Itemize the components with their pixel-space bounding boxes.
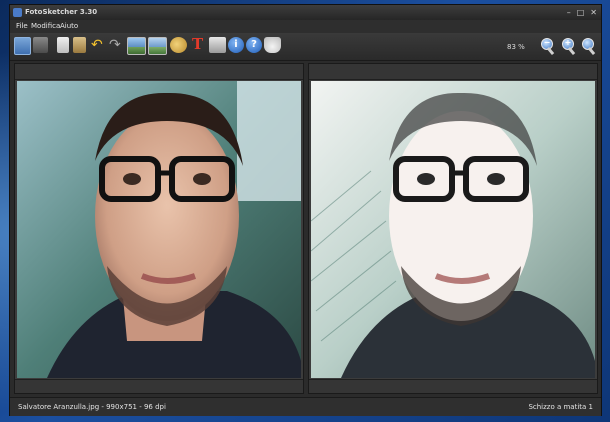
file-info: Salvatore Aranzulla.jpg - 990x751 - 96 d… (18, 403, 166, 411)
paste-icon[interactable] (73, 37, 86, 53)
copy-icon[interactable] (57, 37, 69, 53)
app-icon (13, 8, 22, 17)
undo-icon[interactable]: ↶ (91, 37, 106, 53)
panel-footer-strip (309, 379, 597, 393)
title-bar[interactable]: FotoSketcher 3.30 – □ ✕ (10, 5, 601, 20)
panel-header-strip (309, 64, 597, 80)
palette-icon[interactable] (170, 37, 187, 53)
original-image-panel (14, 63, 304, 394)
sketch-result[interactable] (311, 81, 595, 378)
window-title: FotoSketcher 3.30 (25, 8, 98, 16)
portrait-photo (17, 81, 301, 378)
redo-arrow: ↷ (109, 37, 121, 53)
open-image-icon[interactable] (14, 37, 31, 55)
info-glyph: i (234, 39, 238, 50)
app-window: FotoSketcher 3.30 – □ ✕ File Modifica Ai… (9, 4, 602, 416)
zoom-out-mark: − (543, 38, 551, 47)
zoom-level: 83 % (507, 43, 525, 51)
panel-header-strip (15, 64, 303, 80)
zoom-fit-handle (587, 46, 596, 56)
status-bar: Salvatore Aranzulla.jpg - 990x751 - 96 d… (10, 397, 601, 416)
help-icon[interactable]: ? (246, 37, 262, 53)
effect-name: Schizzo a matita 1 (528, 403, 593, 411)
menu-bar: File Modifica Aiuto (10, 20, 601, 33)
redo-icon[interactable]: ↷ (109, 37, 124, 53)
window-controls: – □ ✕ (567, 5, 597, 20)
panel-footer-strip (15, 379, 303, 393)
original-photo[interactable] (17, 81, 301, 378)
menu-file[interactable]: File (16, 20, 28, 33)
zoom-out-icon[interactable]: − (540, 37, 556, 56)
text-icon[interactable]: T (190, 35, 206, 53)
zoom-fit-icon[interactable] (581, 37, 597, 56)
toolbar: ↶ ↷ T i ? 83 % − + (10, 33, 601, 61)
zoom-in-icon[interactable]: + (561, 37, 577, 56)
menu-aiuto[interactable]: Aiuto (60, 20, 78, 33)
zoom-in-mark: + (564, 38, 572, 47)
save-icon[interactable] (33, 37, 48, 53)
minimize-button[interactable]: – (567, 5, 571, 20)
text-glyph: T (192, 35, 204, 53)
help-glyph: ? (251, 39, 257, 50)
print-icon[interactable] (209, 37, 226, 53)
undo-arrow: ↶ (91, 37, 103, 53)
maximize-button[interactable]: □ (577, 5, 585, 20)
info-icon[interactable]: i (228, 37, 244, 53)
menu-modifica[interactable]: Modifica (31, 20, 60, 33)
sketch-photo (311, 81, 595, 378)
close-button[interactable]: ✕ (590, 5, 597, 20)
coffee-cup-icon[interactable] (264, 37, 281, 53)
original-image-icon[interactable] (127, 37, 146, 55)
result-image-panel (308, 63, 598, 394)
result-image-icon[interactable] (148, 37, 167, 55)
